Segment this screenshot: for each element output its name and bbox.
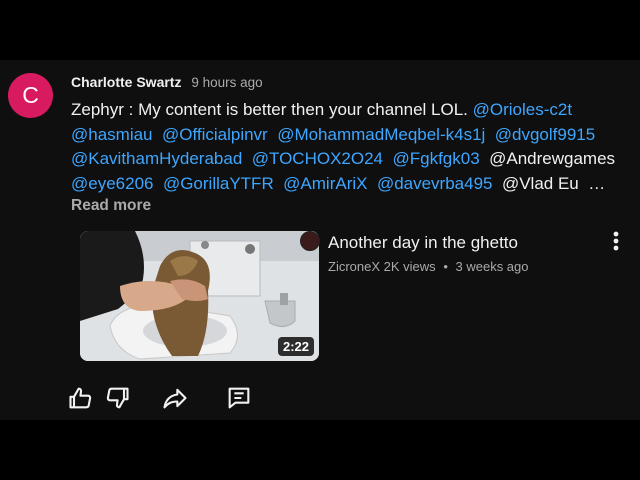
upload-age: 3 weeks ago — [455, 259, 529, 274]
comment-text-segment — [367, 174, 376, 193]
comment-text-segment — [485, 125, 494, 144]
mention-link[interactable]: @Officialpinvr — [162, 125, 268, 144]
mention-link[interactable]: @AmirAriX — [283, 174, 367, 193]
comment-text-segment — [154, 174, 163, 193]
mention-link[interactable]: @hasmiau — [71, 125, 153, 144]
video-title[interactable]: Another day in the ghetto — [328, 233, 518, 253]
mention-link[interactable]: @GorillaYTFR — [163, 174, 274, 193]
mention-link[interactable]: @KavithamHyderabad — [71, 149, 242, 168]
comment-line: Zephyr : My content is better then your … — [71, 98, 636, 123]
meta-dot: • — [443, 259, 448, 274]
dislike-icon[interactable] — [103, 384, 131, 412]
video-duration: 2:22 — [277, 337, 314, 356]
mention-link[interactable]: @TOCHOX2O24 — [252, 149, 383, 168]
mention-link[interactable]: @Orioles-c2t — [473, 100, 572, 119]
comment-header: Charlotte Swartz 9 hours ago — [71, 74, 263, 90]
avatar[interactable]: C — [8, 73, 53, 118]
comment-line: @hasmiau @Officialpinvr @MohammadMeqbel-… — [71, 123, 636, 148]
comment-line: @KavithamHyderabad @TOCHOX2O24 @Fgkfgk03… — [71, 147, 636, 172]
comment-text-segment — [242, 149, 251, 168]
mention-link[interactable]: @davevrba495 — [377, 174, 493, 193]
like-icon[interactable] — [67, 384, 95, 412]
mention-link[interactable]: @eye6206 — [71, 174, 154, 193]
video-meta: ZicroneX 2K views • 3 weeks ago — [328, 259, 529, 274]
mention-link[interactable]: @MohammadMeqbel-k4s1j — [277, 125, 485, 144]
comment-text-segment — [274, 174, 283, 193]
comment-text-segment: @Vlad Eu … — [492, 173, 606, 193]
read-more-button[interactable]: Read more — [71, 197, 151, 215]
comment-timestamp[interactable]: 9 hours ago — [191, 75, 262, 90]
reply-icon[interactable] — [225, 384, 253, 412]
view-count: 2K views — [383, 259, 436, 274]
comment-text-segment: @Andrewgames — [479, 149, 616, 168]
mention-link[interactable]: @dvgolf9915 — [495, 125, 595, 144]
comment-text: Zephyr : My content is better then your … — [71, 98, 636, 196]
comment-text-segment — [268, 125, 277, 144]
mention-link[interactable]: @Fgkfgk03 — [392, 149, 479, 168]
video-thumbnail[interactable]: 2:22 — [80, 231, 319, 361]
comment-text-segment — [153, 125, 162, 144]
more-vert-icon[interactable] — [605, 229, 627, 253]
channel-name[interactable]: ZicroneX — [328, 259, 380, 274]
share-icon[interactable] — [161, 384, 189, 412]
top-letterbox — [0, 0, 640, 60]
comment-text-segment: Zephyr : My content is better then your … — [71, 100, 473, 119]
channel-avatar[interactable] — [300, 231, 320, 251]
author-name[interactable]: Charlotte Swartz — [71, 74, 181, 90]
bottom-letterbox — [0, 420, 640, 480]
comment-line: @eye6206 @GorillaYTFR @AmirAriX @davevrb… — [71, 172, 636, 197]
